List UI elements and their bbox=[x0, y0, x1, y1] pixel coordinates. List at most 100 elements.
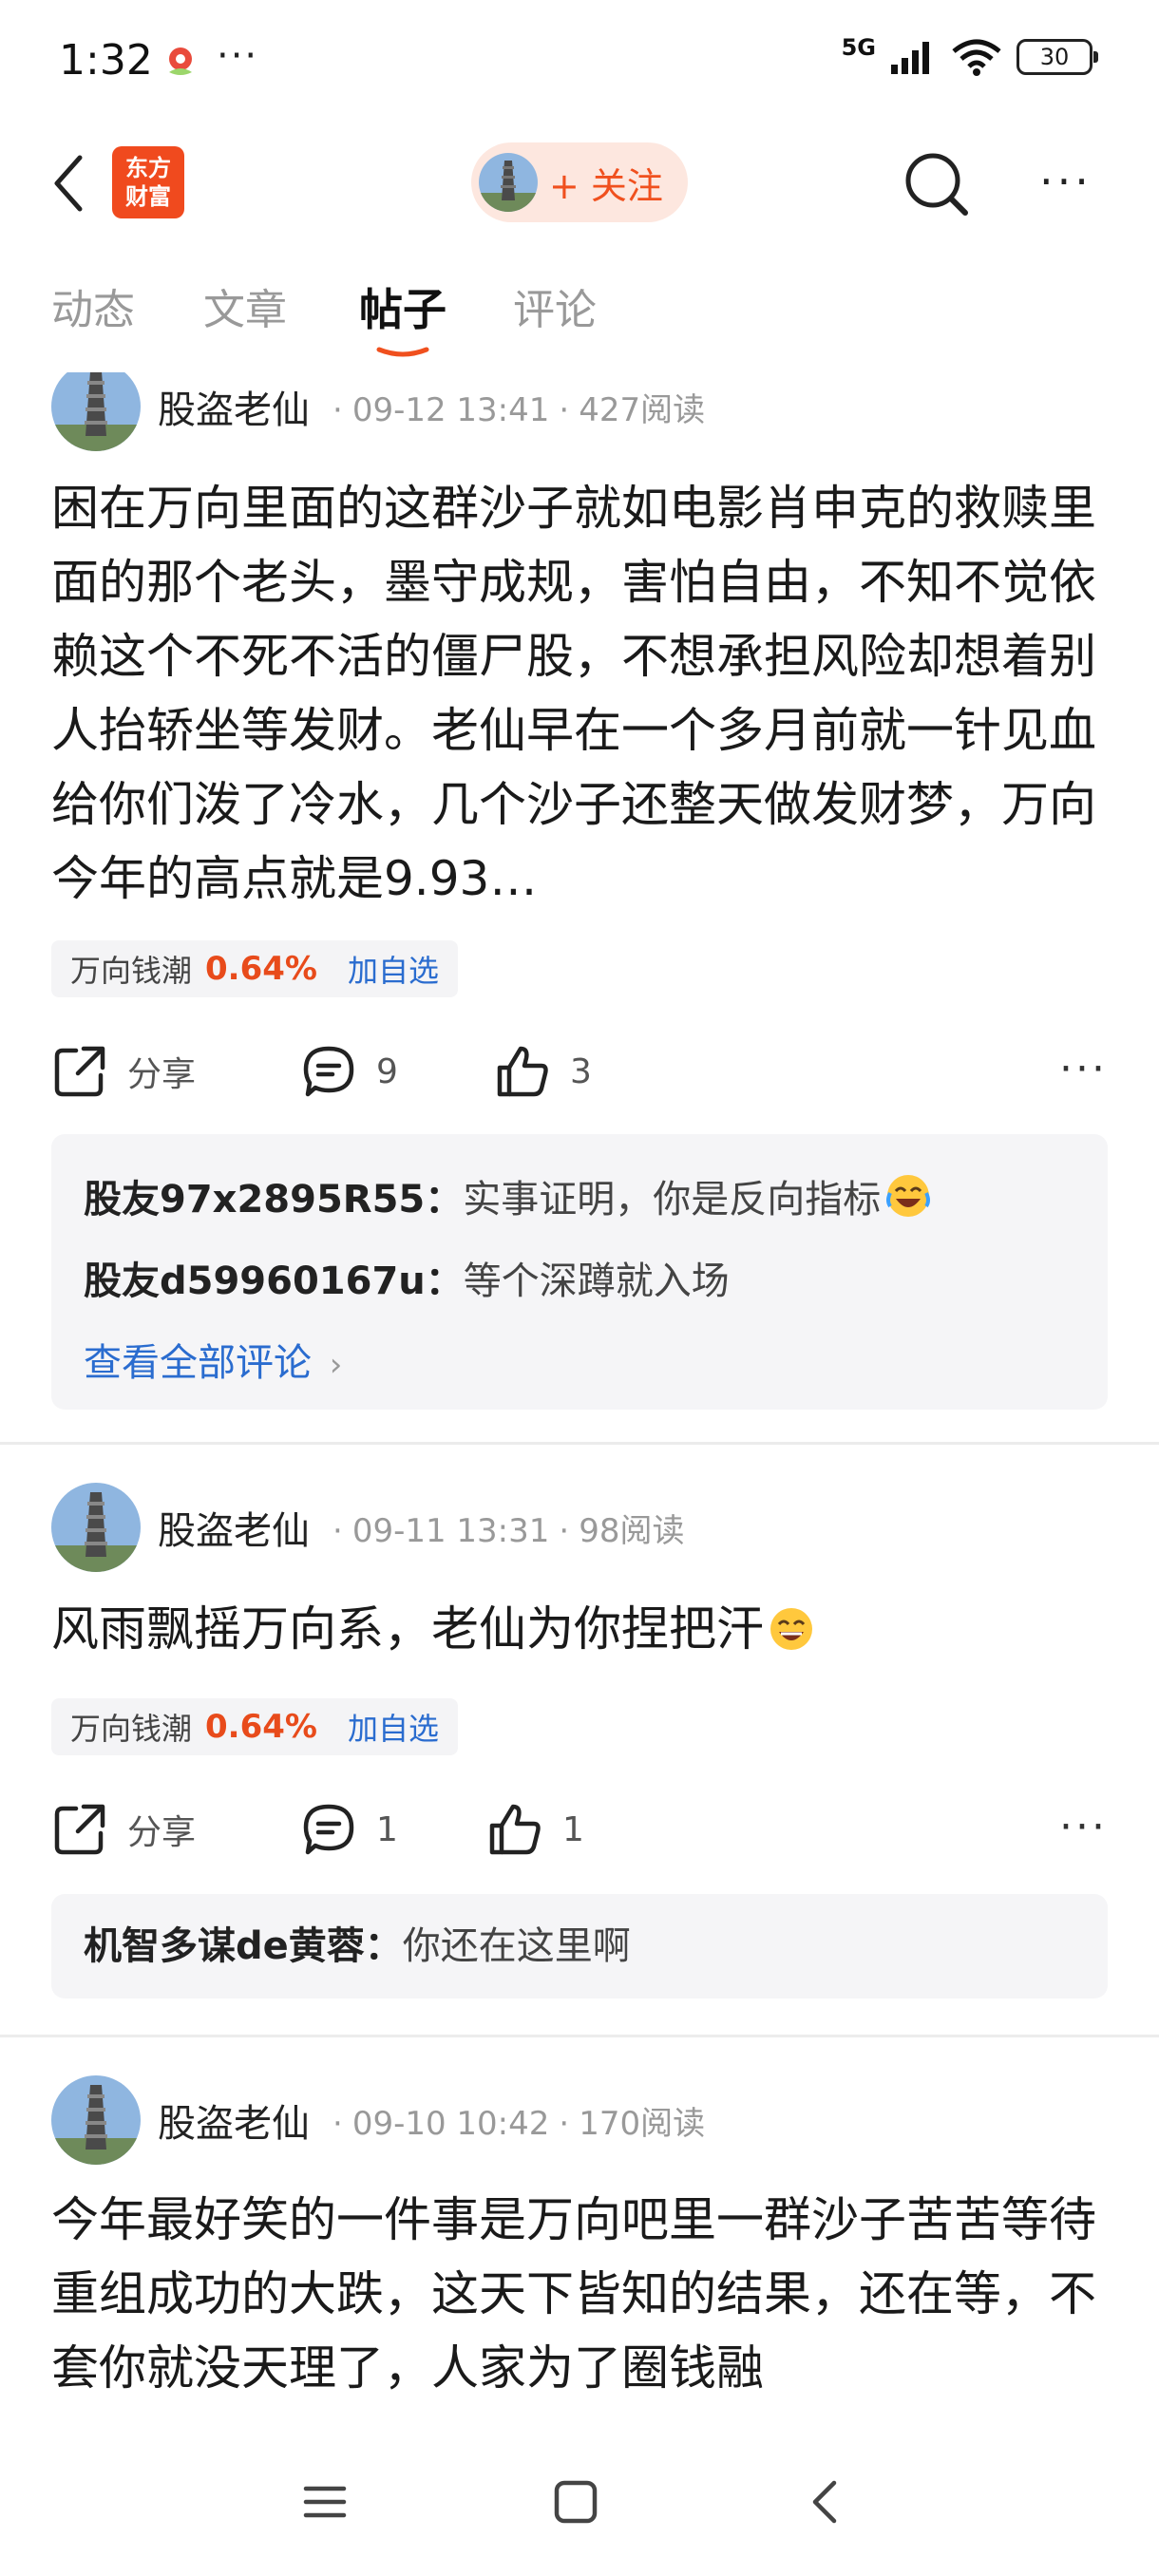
author-name[interactable]: 股盗老仙 bbox=[158, 2093, 310, 2148]
share-icon bbox=[54, 1046, 105, 1097]
post-reads: 427阅读 bbox=[579, 390, 706, 429]
home-icon[interactable] bbox=[547, 2473, 604, 2530]
comment-text: 等个深蹲就入场 bbox=[463, 1260, 730, 1303]
app-notification-icon bbox=[169, 47, 192, 75]
comment-user[interactable]: 股友d59960167u： bbox=[84, 1260, 464, 1303]
share-button[interactable]: 分享 bbox=[51, 1033, 196, 1109]
menu-icon[interactable] bbox=[296, 2473, 353, 2530]
comment-preview[interactable]: 机智多谋de黄蓉：你还在这里啊 bbox=[51, 1894, 1108, 1998]
post-body[interactable]: 风雨飘摇万向系，老仙为你捏把汗 bbox=[51, 1592, 1108, 1666]
system-nav-bar bbox=[0, 2432, 1159, 2576]
add-watchlist-button[interactable]: 加自选 bbox=[348, 947, 439, 991]
signal-icon bbox=[891, 42, 929, 74]
stock-tag[interactable]: 万向钱潮 0.64% 加自选 bbox=[51, 940, 458, 997]
post-time: 09-11 13:31 bbox=[352, 1511, 550, 1550]
post-meta: · 09-10 10:42 · 170阅读 bbox=[332, 2104, 706, 2143]
share-label: 分享 bbox=[127, 1055, 197, 1094]
post-reads: 170阅读 bbox=[579, 2104, 706, 2143]
stock-change: 0.64% bbox=[205, 1708, 317, 1746]
comment-user[interactable]: 股友97x2895R55： bbox=[84, 1178, 463, 1222]
author-avatar[interactable] bbox=[51, 1483, 141, 1572]
follow-button[interactable]: + 关注 bbox=[471, 142, 688, 222]
follow-label: + 关注 bbox=[549, 164, 663, 207]
view-all-comments-link[interactable]: 查看全部评论 › bbox=[84, 1322, 1075, 1406]
comment-button[interactable]: 1 bbox=[300, 1791, 398, 1867]
post-author-row: 股盗老仙 · 09-12 13:41 · 427阅读 bbox=[51, 372, 706, 452]
status-time: 1:32 bbox=[59, 36, 153, 85]
comment-icon bbox=[303, 1804, 354, 1855]
like-button[interactable]: 3 bbox=[494, 1033, 592, 1109]
post-more-icon[interactable]: ··· bbox=[1059, 1803, 1108, 1851]
back-arrow-icon[interactable] bbox=[46, 150, 93, 217]
status-bar: 1:32 ··· 5G 30 bbox=[0, 0, 1159, 123]
author-avatar[interactable] bbox=[51, 2075, 141, 2165]
thumbs-up-icon bbox=[497, 1046, 548, 1097]
post-author-row: 股盗老仙 · 09-11 13:31 · 98阅读 bbox=[51, 1482, 684, 1573]
post-meta: · 09-11 13:31 · 98阅读 bbox=[332, 1511, 685, 1550]
post-body-text: 风雨飘摇万向系，老仙为你捏把汗 bbox=[51, 1601, 764, 1657]
post-divider bbox=[0, 1442, 1159, 1445]
like-button[interactable]: 1 bbox=[486, 1791, 584, 1867]
post-actions: 分享 1 1 ··· bbox=[51, 1791, 1108, 1867]
more-notifications-icon: ··· bbox=[217, 34, 259, 78]
tab-articles[interactable]: 文章 bbox=[203, 275, 287, 336]
comment-text: 实事证明，你是反向指标 bbox=[463, 1178, 882, 1222]
search-icon[interactable] bbox=[901, 148, 973, 220]
eastmoney-logo: 东方 财富 bbox=[112, 146, 184, 218]
nav-back-icon[interactable] bbox=[798, 2473, 855, 2530]
thumbs-up-icon bbox=[489, 1804, 541, 1855]
post-reads: 98阅读 bbox=[579, 1511, 685, 1550]
post-body[interactable]: 今年最好笑的一件事是万向吧里一群沙子苦苦等待重组成功的大跌，这天下皆知的结果，还… bbox=[51, 2183, 1108, 2405]
post-author-row: 股盗老仙 · 09-10 10:42 · 170阅读 bbox=[51, 2074, 705, 2166]
post-card[interactable]: 股盗老仙 · 09-12 13:41 · 427阅读 困在万向里面的这群沙子就如电影肖… bbox=[0, 361, 1159, 1415]
like-count: 3 bbox=[570, 1051, 592, 1091]
battery-icon: 30 bbox=[1016, 39, 1098, 75]
laugh-cry-emoji-icon bbox=[886, 1175, 931, 1217]
comment-icon bbox=[303, 1046, 354, 1097]
comment-user[interactable]: 机智多谋de黄蓉： bbox=[84, 1924, 403, 1968]
user-avatar bbox=[479, 153, 538, 212]
network-label: 5G bbox=[841, 34, 876, 61]
comment-button[interactable]: 9 bbox=[300, 1033, 398, 1109]
post-body[interactable]: 困在万向里面的这群沙子就如电影肖申克的救赎里面的那个老头，墨守成规，害怕自由，不… bbox=[51, 471, 1108, 916]
logo-line2: 财富 bbox=[125, 183, 171, 210]
post-card[interactable]: 股盗老仙 · 09-10 10:42 · 170阅读 今年最好笑的一件事是万向吧里一群… bbox=[0, 2074, 1159, 2432]
author-name[interactable]: 股盗老仙 bbox=[158, 1500, 310, 1555]
wifi-icon bbox=[952, 39, 1001, 76]
profile-tabs: 动态 文章 帖子 评论 bbox=[0, 275, 1159, 361]
post-more-icon[interactable]: ··· bbox=[1059, 1045, 1108, 1093]
stock-change: 0.64% bbox=[205, 950, 317, 988]
view-all-label: 查看全部评论 bbox=[84, 1341, 312, 1385]
share-label: 分享 bbox=[127, 1813, 197, 1852]
stock-tag[interactable]: 万向钱潮 0.64% 加自选 bbox=[51, 1698, 458, 1755]
post-meta: · 09-12 13:41 · 427阅读 bbox=[332, 390, 706, 429]
comment-item: 股友97x2895R55：实事证明，你是反向指标 bbox=[84, 1159, 1075, 1241]
top-header: 东方 财富 + 关注 ··· bbox=[0, 133, 1159, 237]
comment-preview[interactable]: 股友97x2895R55：实事证明，你是反向指标 股友d59960167u：等个… bbox=[51, 1134, 1108, 1410]
comment-count: 1 bbox=[376, 1809, 398, 1849]
author-avatar[interactable] bbox=[51, 372, 141, 451]
like-count: 1 bbox=[562, 1809, 584, 1849]
tab-comments[interactable]: 评论 bbox=[513, 275, 597, 336]
post-divider bbox=[0, 2035, 1159, 2037]
tab-posts[interactable]: 帖子 bbox=[359, 275, 446, 338]
stock-name: 万向钱潮 bbox=[70, 1711, 193, 1747]
logo-line1: 东方 bbox=[125, 155, 171, 181]
author-name[interactable]: 股盗老仙 bbox=[158, 379, 310, 434]
comment-text: 你还在这里啊 bbox=[402, 1924, 631, 1968]
comment-count: 9 bbox=[376, 1051, 398, 1091]
add-watchlist-button[interactable]: 加自选 bbox=[348, 1705, 439, 1749]
share-icon bbox=[54, 1804, 105, 1855]
battery-level: 30 bbox=[1039, 44, 1070, 70]
tab-dynamics[interactable]: 动态 bbox=[51, 275, 135, 336]
grin-sweat-emoji-icon bbox=[770, 1608, 812, 1650]
active-tab-indicator bbox=[376, 347, 429, 357]
comment-item: 股友d59960167u：等个深蹲就入场 bbox=[84, 1241, 1075, 1322]
post-actions: 分享 9 3 ··· bbox=[51, 1033, 1108, 1109]
post-card[interactable]: 股盗老仙 · 09-11 13:31 · 98阅读 风雨飘摇万向系，老仙为你捏把汗 万… bbox=[0, 1482, 1159, 2014]
post-time: 09-10 10:42 bbox=[352, 2104, 550, 2143]
share-button[interactable]: 分享 bbox=[51, 1791, 196, 1867]
comment-item: 机智多谋de黄蓉：你还在这里啊 bbox=[84, 1905, 1075, 1987]
post-time: 09-12 13:41 bbox=[352, 390, 550, 429]
more-options-icon[interactable]: ··· bbox=[1039, 160, 1092, 203]
